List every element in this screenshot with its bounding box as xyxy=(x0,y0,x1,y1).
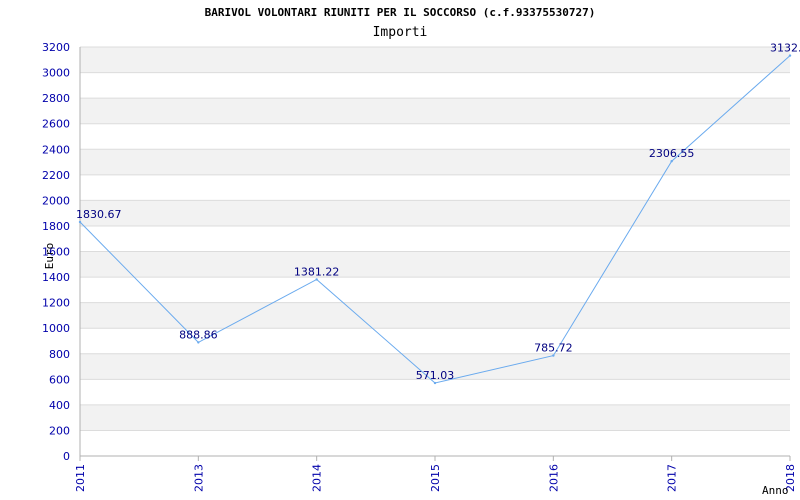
data-point xyxy=(78,220,82,224)
data-point xyxy=(433,381,437,385)
data-label: 571.03 xyxy=(416,369,455,382)
x-tick-labels: 2011 2013 2014 2015 2016 2017 2018 xyxy=(74,464,797,492)
y-tick-label: 2000 xyxy=(42,194,70,207)
y-tick-label: 400 xyxy=(49,399,70,412)
y-tick-label: 800 xyxy=(49,348,70,361)
y-tick-label: 0 xyxy=(63,450,70,463)
grid-band xyxy=(80,47,790,73)
x-tick-label: 2011 xyxy=(74,464,87,492)
x-tick-label: 2017 xyxy=(666,464,679,492)
data-point xyxy=(552,354,555,357)
x-tick-label: 2016 xyxy=(547,464,560,492)
x-tick-label: 2015 xyxy=(429,464,442,492)
data-label: 888.86 xyxy=(179,328,218,341)
grid-band xyxy=(80,200,790,226)
x-tick-label: 2014 xyxy=(311,464,324,492)
y-tick-label: 1000 xyxy=(42,322,70,335)
y-tick-label: 600 xyxy=(49,373,70,386)
y-tick-label: 1800 xyxy=(42,220,70,233)
grid-band xyxy=(80,98,790,124)
y-tick-label: 2600 xyxy=(42,118,70,131)
y-tick-label: 3000 xyxy=(42,67,70,80)
x-tick-label: 2013 xyxy=(192,464,205,492)
y-tick-label: 2200 xyxy=(42,169,70,182)
y-tick-label: 1400 xyxy=(42,271,70,284)
data-label: 785.72 xyxy=(534,342,573,355)
data-label: 3132.8 xyxy=(770,42,800,55)
line-chart: 0200400600800100012001400160018002000220… xyxy=(42,41,800,497)
x-axis-label: Anno xyxy=(762,484,789,497)
data-point xyxy=(788,54,792,57)
grid-band xyxy=(80,404,790,431)
grid-band xyxy=(80,302,790,329)
y-axis-label: Euro xyxy=(43,243,56,270)
data-label: 1381.22 xyxy=(294,265,340,278)
y-tick-label: 1200 xyxy=(42,297,70,310)
data-label: 1830.67 xyxy=(76,208,122,221)
y-tick-label: 200 xyxy=(49,424,70,437)
y-tick-label: 2800 xyxy=(42,92,70,105)
y-tick-label: 2400 xyxy=(42,143,70,156)
data-point xyxy=(670,159,673,163)
y-tick-label: 3200 xyxy=(42,41,70,54)
data-point xyxy=(197,341,200,344)
data-label: 2306.55 xyxy=(649,147,695,160)
grid-band xyxy=(80,251,790,278)
data-point xyxy=(315,278,318,281)
